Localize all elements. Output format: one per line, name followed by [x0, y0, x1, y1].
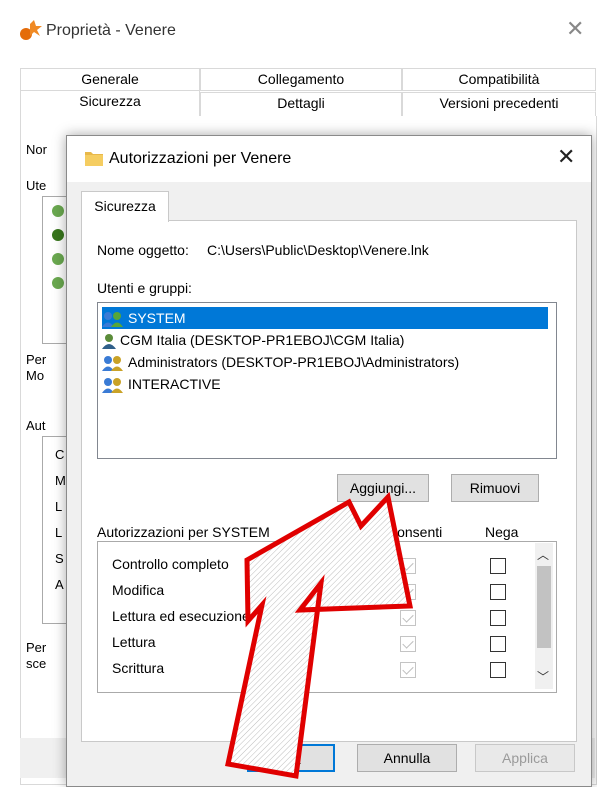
- tab-versioni-precedenti[interactable]: Versioni precedenti: [402, 92, 596, 118]
- outer-perm-item: C: [55, 447, 65, 462]
- outer-object-label-partial: Nor: [26, 142, 47, 157]
- list-item-cgm-italia[interactable]: CGM Italia (DESKTOP-PR1EBOJ\CGM Italia): [102, 329, 404, 351]
- group-users-icon: [102, 312, 123, 328]
- permission-label: Lettura: [112, 634, 156, 650]
- permission-label: Scrittura: [112, 660, 165, 676]
- allow-checkbox[interactable]: [400, 558, 416, 574]
- close-icon[interactable]: ✕: [557, 144, 575, 170]
- deny-checkbox[interactable]: [490, 558, 506, 574]
- tab-row-top: Generale Collegamento Compatibilità: [20, 68, 596, 91]
- list-item-interactive[interactable]: INTERACTIVE: [102, 373, 221, 395]
- tab-row-bottom: Sicurezza Dettagli Versioni precedenti: [20, 90, 596, 118]
- outer-users-label-partial: Ute: [26, 178, 47, 193]
- outer-perm-item: M: [55, 473, 66, 488]
- outer-edit-hint-partial: Per: [26, 352, 47, 367]
- deny-column-header: Nega: [485, 524, 519, 540]
- allow-column-header: Consenti: [387, 524, 443, 540]
- outer-perm-label-partial: Aut: [26, 418, 46, 433]
- scrollbar-thumb[interactable]: [537, 566, 551, 648]
- window-title: Proprietà - Venere: [46, 22, 176, 39]
- permissions-list: Controllo completo Modifica Lettura ed e…: [97, 541, 557, 693]
- allow-checkbox[interactable]: [400, 610, 416, 626]
- allow-checkbox[interactable]: [400, 636, 416, 652]
- tab-sicurezza[interactable]: Sicurezza: [20, 90, 200, 117]
- permission-label: Modifica: [112, 582, 165, 598]
- user-icon: [52, 253, 64, 265]
- allow-checkbox[interactable]: [400, 662, 416, 678]
- deny-checkbox[interactable]: [490, 584, 506, 600]
- group-users-icon: [102, 356, 123, 372]
- deny-checkbox[interactable]: [490, 662, 506, 678]
- object-name-value: C:\Users\Public\Desktop\Venere.lnk: [207, 242, 429, 258]
- scroll-down-arrow-icon[interactable]: ﹀: [537, 668, 549, 685]
- deny-checkbox[interactable]: [490, 636, 506, 652]
- deny-checkbox[interactable]: [490, 610, 506, 626]
- object-name-label: Nome oggetto:: [97, 242, 189, 258]
- outer-perm-item: L: [55, 525, 63, 540]
- scroll-up-arrow-icon[interactable]: ︿: [537, 546, 549, 563]
- permission-label: Lettura ed esecuzione: [112, 608, 250, 624]
- outer-perm-item: L: [55, 499, 63, 514]
- list-item-administrators[interactable]: Administrators (DESKTOP-PR1EBOJ\Administ…: [102, 351, 459, 373]
- list-item-system[interactable]: SYSTEM: [102, 307, 548, 329]
- allow-checkbox[interactable]: [400, 584, 416, 600]
- outer-edit-hint-partial-2: Mo: [26, 368, 45, 383]
- tab-generale[interactable]: Generale: [20, 68, 200, 91]
- user-name: Administrators (DESKTOP-PR1EBOJ\Administ…: [128, 354, 460, 370]
- dialog-title: Autorizzazioni per Venere: [109, 150, 292, 167]
- tab-sicurezza[interactable]: Sicurezza: [81, 191, 169, 222]
- outer-advanced-hint-partial: Per: [26, 640, 47, 655]
- user-name: INTERACTIVE: [128, 376, 221, 392]
- user-icon: [52, 229, 64, 241]
- add-button[interactable]: Aggiungi...: [337, 474, 429, 502]
- user-icon: [52, 205, 64, 217]
- user-icon: [52, 277, 64, 289]
- permissions-for-label: Autorizzazioni per SYSTEM: [97, 524, 270, 540]
- ok-button[interactable]: OK: [247, 744, 335, 772]
- outer-advanced-hint-partial-2: sce: [26, 656, 47, 671]
- user-name: SYSTEM: [128, 310, 186, 326]
- users-list[interactable]: SYSTEM CGM Italia (DESKTOP-PR1EBOJ\CGM I…: [97, 302, 557, 459]
- close-icon[interactable]: ✕: [566, 16, 584, 42]
- apply-button[interactable]: Applica: [475, 744, 575, 772]
- outer-perm-item: S: [55, 551, 64, 566]
- shortcut-app-icon: [20, 20, 42, 40]
- remove-button[interactable]: Rimuovi: [451, 474, 539, 502]
- cancel-button[interactable]: Annulla: [357, 744, 457, 772]
- outer-perm-item: A: [55, 577, 64, 592]
- folder-icon: [85, 152, 103, 166]
- single-user-icon: [102, 334, 116, 350]
- tab-collegamento[interactable]: Collegamento: [200, 68, 402, 91]
- users-groups-label: Utenti e gruppi:: [97, 280, 192, 296]
- group-users-icon: [102, 378, 123, 394]
- tab-dettagli[interactable]: Dettagli: [200, 92, 402, 118]
- user-name: CGM Italia (DESKTOP-PR1EBOJ\CGM Italia): [120, 332, 405, 348]
- permissions-dialog: Autorizzazioni per Venere ✕ Sicurezza No…: [66, 135, 592, 787]
- tab-compatibilita[interactable]: Compatibilità: [402, 68, 596, 91]
- permission-label: Controllo completo: [112, 556, 229, 572]
